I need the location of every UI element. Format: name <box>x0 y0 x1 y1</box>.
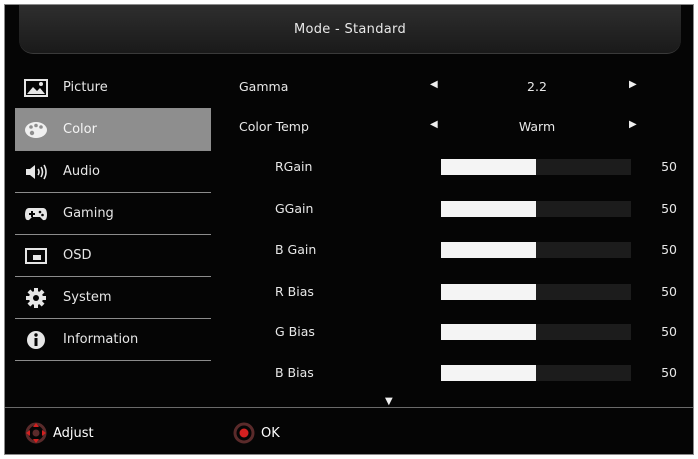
slider-value: 50 <box>661 159 677 174</box>
sidebar-item-label: Picture <box>63 80 108 95</box>
sidebar-item-color[interactable]: Color <box>15 109 211 151</box>
slider-value: 50 <box>661 242 677 257</box>
color-temp-row[interactable]: Color Temp ◀ Warm ▶ <box>229 115 679 139</box>
slider-value: 50 <box>661 365 677 380</box>
slider-row-r-bias[interactable]: R Bias 50 <box>229 280 679 304</box>
slider-value: 50 <box>661 284 677 299</box>
slider-fill <box>441 159 536 175</box>
gamma-value: 2.2 <box>527 79 547 94</box>
color-temp-value: Warm <box>518 119 556 134</box>
slider-label: R Bias <box>275 284 314 299</box>
color-temp-left-arrow-icon[interactable]: ◀ <box>430 119 438 130</box>
slider-value: 50 <box>661 324 677 339</box>
slider-track[interactable] <box>441 201 631 217</box>
gamma-right-arrow-icon[interactable]: ▶ <box>629 79 637 90</box>
slider-row-b-gain[interactable]: B Gain 50 <box>229 238 679 262</box>
slider-track[interactable] <box>441 242 631 258</box>
osd-window: Mode - Standard Picture Color Audio Gami… <box>4 4 694 455</box>
slider-track[interactable] <box>441 365 631 381</box>
slider-label: GGain <box>275 201 314 216</box>
sidebar-item-system[interactable]: System <box>15 277 211 319</box>
sidebar-item-label: OSD <box>63 248 92 263</box>
joystick-adjust-icon <box>25 422 47 444</box>
gamepad-icon <box>23 203 49 225</box>
mode-header: Mode - Standard <box>19 5 681 54</box>
adjust-label: Adjust <box>53 425 94 441</box>
slider-fill <box>441 201 536 217</box>
sidebar-item-label: Gaming <box>63 206 114 221</box>
slider-label: RGain <box>275 159 313 174</box>
slider-track[interactable] <box>441 324 631 340</box>
sidebar-item-label: Audio <box>63 164 100 179</box>
slider-row-g-gain[interactable]: GGain 50 <box>229 197 679 221</box>
adjust-hint: Adjust <box>23 422 94 444</box>
gamma-left-arrow-icon[interactable]: ◀ <box>430 79 438 90</box>
joystick-ok-icon <box>233 422 255 444</box>
ok-hint: OK <box>231 422 280 444</box>
mode-title: Mode - Standard <box>293 21 407 37</box>
sidebar-item-osd[interactable]: OSD <box>15 235 211 277</box>
slider-row-g-bias[interactable]: G Bias 50 <box>229 320 679 344</box>
color-temp-right-arrow-icon[interactable]: ▶ <box>629 119 637 130</box>
speaker-icon <box>23 161 49 183</box>
gear-icon <box>23 287 49 309</box>
sidebar-item-label: System <box>63 290 112 305</box>
color-temp-label: Color Temp <box>239 119 309 134</box>
gamma-row[interactable]: Gamma ◀ 2.2 ▶ <box>229 75 679 99</box>
slider-label: B Bias <box>275 365 314 380</box>
scroll-down-arrow-icon[interactable]: ▼ <box>385 396 393 407</box>
picture-icon <box>23 77 49 99</box>
sidebar-item-information[interactable]: Information <box>15 319 211 361</box>
sidebar-item-picture[interactable]: Picture <box>15 67 211 109</box>
slider-fill <box>441 284 536 300</box>
slider-row-r-gain[interactable]: RGain 50 <box>229 155 679 179</box>
ok-label: OK <box>261 425 280 441</box>
footer-hints: Adjust OK <box>5 407 693 454</box>
slider-fill <box>441 242 536 258</box>
sidebar-menu: Picture Color Audio Gaming OSD System In… <box>15 67 211 361</box>
slider-row-b-bias[interactable]: B Bias 50 <box>229 361 679 385</box>
sidebar-item-label: Information <box>63 332 139 347</box>
gamma-label: Gamma <box>239 79 289 94</box>
info-icon <box>23 329 49 351</box>
palette-icon <box>23 119 49 141</box>
sidebar-item-audio[interactable]: Audio <box>15 151 211 193</box>
osd-icon <box>23 245 49 267</box>
slider-value: 50 <box>661 201 677 216</box>
slider-track[interactable] <box>441 284 631 300</box>
slider-label: B Gain <box>275 242 317 257</box>
sidebar-item-gaming[interactable]: Gaming <box>15 193 211 235</box>
sidebar-item-label: Color <box>63 122 97 137</box>
slider-fill <box>441 324 536 340</box>
slider-track[interactable] <box>441 159 631 175</box>
slider-label: G Bias <box>275 324 315 339</box>
slider-fill <box>441 365 536 381</box>
